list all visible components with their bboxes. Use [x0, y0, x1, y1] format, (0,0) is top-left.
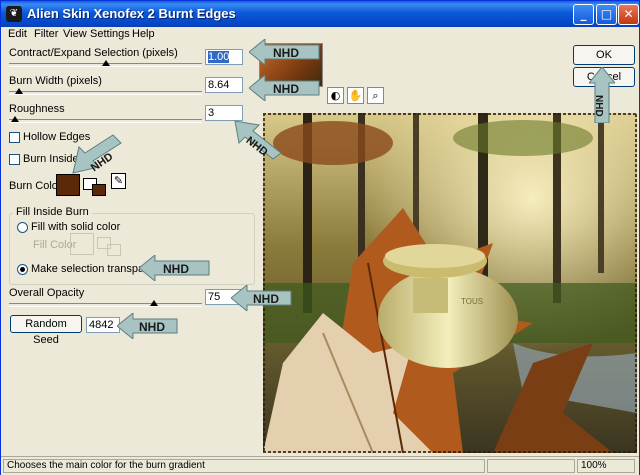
eye-compare-icon[interactable]: ◐	[327, 87, 344, 104]
nhd-watermark-text: NHD	[273, 82, 299, 96]
nhd-watermark-arrow: NHD	[234, 120, 282, 160]
roughness-slider-thumb[interactable]	[10, 116, 19, 122]
roughness-slider[interactable]	[9, 119, 202, 123]
burn-inside-checkbox[interactable]	[9, 154, 20, 165]
nhd-watermark-text: NHD	[593, 95, 604, 117]
nhd-watermark-text: NHD	[139, 320, 165, 334]
opacity-slider[interactable]	[9, 303, 202, 307]
menu-view[interactable]: View	[63, 28, 87, 40]
fill-color-tertiary-swatch	[107, 244, 121, 256]
title-bar[interactable]: ❦ Alien Skin Xenofex 2 Burnt Edges _ □ ✕	[1, 1, 639, 27]
make-transparent-radio[interactable]	[17, 264, 28, 275]
hand-icon[interactable]: ✋	[347, 87, 364, 104]
nhd-watermark-arrow: NHD	[231, 285, 292, 311]
preview-artwork: TOUS	[263, 113, 637, 453]
nhd-watermark-arrow: NHD	[139, 255, 210, 281]
eyedropper-icon[interactable]: ✎	[111, 173, 126, 189]
burn-color-label: Burn Color	[9, 180, 62, 192]
nhd-watermark-text: NHD	[273, 46, 299, 60]
nhd-watermark-arrow: NHD	[589, 67, 615, 123]
random-seed-button[interactable]: Random Seed	[10, 315, 82, 346]
ok-button[interactable]: OK	[573, 45, 635, 65]
status-bar: Chooses the main color for the burn grad…	[1, 456, 639, 475]
nhd-watermark-arrow: NHD	[249, 39, 320, 65]
fill-solid-radio[interactable]	[17, 222, 28, 233]
zoom-icon[interactable]: ⌕	[367, 87, 384, 104]
opacity-label: Overall Opacity	[9, 287, 85, 299]
nhd-watermark-arrow: NHD	[72, 134, 122, 174]
nhd-watermark-text: NHD	[163, 262, 189, 276]
roughness-label: Roughness	[9, 103, 65, 115]
maximize-button[interactable]: □	[596, 4, 617, 25]
fill-color-swatch	[70, 233, 94, 255]
burn-color-tertiary-swatch[interactable]	[92, 184, 106, 196]
opacity-slider-thumb[interactable]	[149, 300, 158, 306]
menu-filter[interactable]: Filter	[34, 28, 58, 40]
menu-help[interactable]: Help	[132, 28, 155, 40]
burn-width-input[interactable]: 8.64	[205, 77, 243, 93]
hollow-edges-checkbox[interactable]	[9, 132, 20, 143]
status-text: Chooses the main color for the burn grad…	[3, 459, 485, 473]
burn-color-swatch[interactable]	[56, 174, 80, 196]
svg-text:TOUS: TOUS	[461, 297, 483, 306]
preview-image[interactable]: TOUS	[263, 113, 637, 453]
app-icon: ❦	[6, 6, 22, 22]
burn-width-label: Burn Width (pixels)	[9, 75, 102, 87]
random-seed-input[interactable]: 4842	[86, 317, 120, 333]
nhd-watermark-arrow: NHD	[117, 313, 178, 339]
window-title: Alien Skin Xenofex 2 Burnt Edges	[27, 6, 236, 21]
nhd-watermark-arrow: NHD	[249, 75, 320, 101]
minimize-button[interactable]: _	[573, 4, 594, 25]
contract-label: Contract/Expand Selection (pixels)	[9, 47, 178, 59]
menu-settings[interactable]: Settings	[90, 28, 130, 40]
contract-slider-thumb[interactable]	[101, 60, 110, 66]
nhd-watermark-text: NHD	[253, 292, 279, 306]
fill-solid-label[interactable]: Fill with solid color	[31, 221, 120, 233]
contract-input[interactable]: 1.00	[205, 49, 243, 65]
close-button[interactable]: ✕	[618, 4, 639, 25]
burn-width-slider-thumb[interactable]	[14, 88, 23, 94]
burn-width-slider[interactable]	[9, 91, 202, 95]
status-cell-empty	[487, 459, 575, 473]
nhd-watermark-text: NHD	[244, 134, 270, 158]
menu-edit[interactable]: Edit	[8, 28, 27, 40]
xenofex-window: ❦ Alien Skin Xenofex 2 Burnt Edges _ □ ✕…	[0, 0, 640, 475]
fill-inside-burn-title: Fill Inside Burn	[13, 206, 92, 218]
zoom-level: 100%	[577, 459, 635, 473]
